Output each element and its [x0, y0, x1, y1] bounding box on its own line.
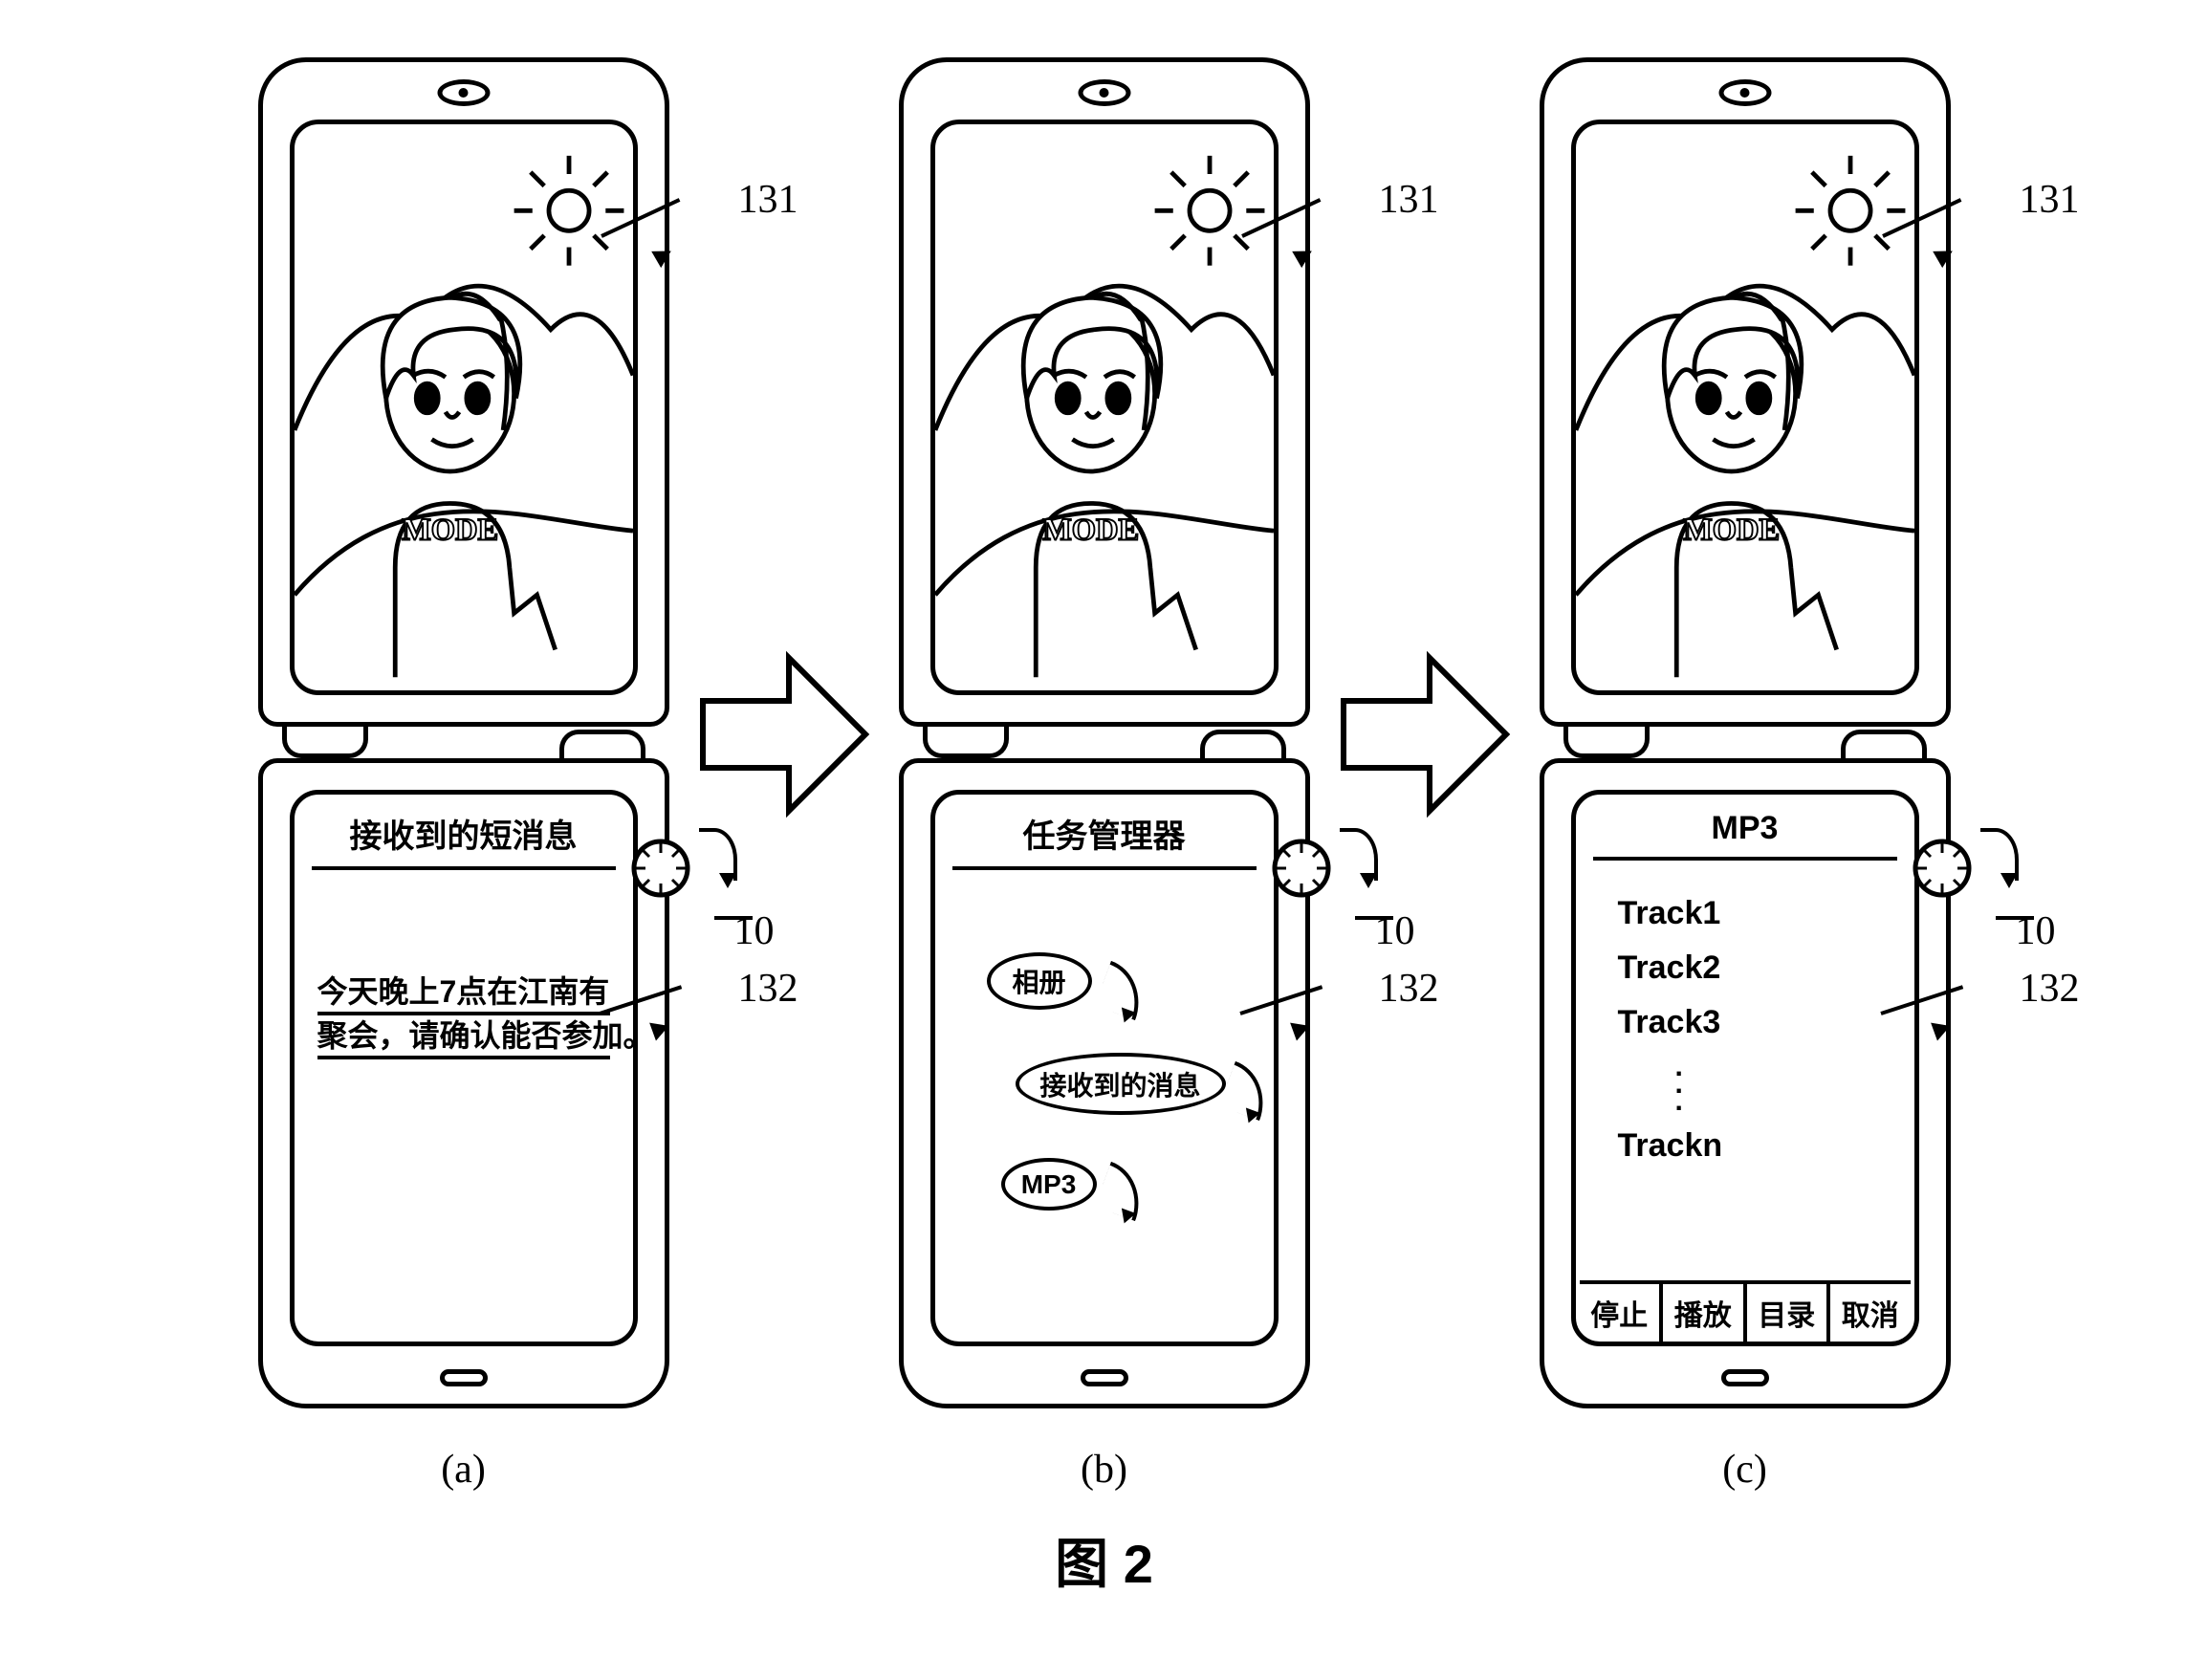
mic-icon [440, 1369, 488, 1386]
leader-line [714, 916, 753, 920]
phone-b-bottom-shell: 任务管理器 相册 接收到的消息 MP3 10 [899, 758, 1310, 1408]
phone-b-column: MODE 131 任务管理器 相册 接收到的消息 MP3 [899, 57, 1310, 1493]
phone-b-lower-display[interactable]: 任务管理器 相册 接收到的消息 MP3 [930, 790, 1279, 1346]
mic-icon [1081, 1369, 1128, 1386]
ref-label-131: 131 [1379, 177, 1439, 223]
phone-c-top-shell: MODE 131 [1540, 57, 1951, 727]
phone-a-bottom-shell: 接收到的短消息 今天晚上7点在江南有 聚会，请确认能否参加。 [258, 758, 669, 1408]
list-item[interactable]: Track1 [1618, 895, 1882, 932]
mp3-title: MP3 [1593, 804, 1897, 861]
wallpaper-avatar-scene: MODE [935, 124, 1274, 690]
cycle-arrow-icon [1218, 1061, 1275, 1121]
arrowhead-icon [651, 243, 676, 268]
softkey-play[interactable]: 播放 [1663, 1284, 1747, 1342]
rotation-arrow-icon [699, 828, 737, 881]
scroll-wheel[interactable] [632, 840, 689, 897]
camera-icon [437, 79, 490, 106]
list-item[interactable]: Trackn [1618, 1127, 1882, 1165]
phone-c-lower-display[interactable]: MP3 Track1 Track2 Track3 ... Trackn 停止 播… [1571, 790, 1919, 1346]
ref-label-132: 132 [2020, 966, 2080, 1012]
scroll-wheel[interactable] [1273, 840, 1330, 897]
subcaption-a: (a) [441, 1447, 486, 1493]
rotation-arrow-icon [1980, 828, 2019, 881]
ref-label-132: 132 [1379, 966, 1439, 1012]
phone-a-top-shell: MODE 131 [258, 57, 669, 727]
figure-caption: 图 2 [29, 1521, 2179, 1599]
camera-icon [1078, 79, 1130, 106]
leader-line [1996, 916, 2034, 920]
mic-icon [1721, 1369, 1769, 1386]
phone-b-upper-display: MODE [930, 120, 1279, 695]
list-item[interactable]: Track2 [1618, 949, 1882, 987]
subcaption-b: (b) [1081, 1447, 1127, 1493]
sms-line-1: 今天晚上7点在江南有 [317, 968, 610, 1012]
subcaption-c: (c) [1722, 1447, 1767, 1493]
phone-a-column: MODE 131 接收到的短消息 今天晚上7点在江南有 聚会，请确认能否参加。 [258, 57, 669, 1493]
wallpaper-avatar-scene: MODE [295, 124, 633, 690]
sms-title: 接收到的短消息 [312, 804, 616, 870]
wallpaper-avatar-scene: MODE [1576, 124, 1914, 690]
ref-label-131: 131 [2020, 177, 2080, 223]
camera-icon [1718, 79, 1771, 106]
task-manager-canvas: 相册 接收到的消息 MP3 [949, 876, 1260, 1328]
task-bubble-album[interactable]: 相册 [987, 952, 1092, 1010]
phone-c: MODE 131 MP3 Track1 Track2 Track3 ... Tr… [1540, 57, 1951, 1408]
scroll-wheel[interactable] [1913, 840, 1971, 897]
cycle-arrow-icon [1094, 961, 1150, 1020]
phone-hinge [258, 727, 669, 760]
task-bubble-message[interactable]: 接收到的消息 [1016, 1053, 1226, 1115]
phone-b: MODE 131 任务管理器 相册 接收到的消息 MP3 [899, 57, 1310, 1408]
phone-b-top-shell: MODE 131 [899, 57, 1310, 727]
list-item[interactable]: Track3 [1618, 1004, 1882, 1041]
phone-c-column: MODE 131 MP3 Track1 Track2 Track3 ... Tr… [1540, 57, 1951, 1493]
leader-line [1355, 916, 1393, 920]
task-bubble-mp3[interactable]: MP3 [1001, 1158, 1097, 1211]
transition-arrow-icon [1334, 639, 1516, 835]
phone-a-lower-display[interactable]: 接收到的短消息 今天晚上7点在江南有 聚会，请确认能否参加。 [290, 790, 638, 1346]
mp3-track-list: Track1 Track2 Track3 ... Trackn [1589, 866, 1901, 1280]
phone-hinge [1540, 727, 1951, 760]
ref-label-131: 131 [738, 177, 798, 223]
phone-c-upper-display: MODE [1571, 120, 1919, 695]
ref-label-132: 132 [738, 966, 798, 1012]
sms-line-2: 聚会，请确认能否参加。 [317, 1012, 654, 1056]
softkey-bar: 停止 播放 目录 取消 [1580, 1280, 1911, 1342]
softkey-stop[interactable]: 停止 [1580, 1284, 1664, 1342]
rotation-arrow-icon [1340, 828, 1378, 881]
phone-hinge [899, 727, 1310, 760]
transition-arrow-icon [693, 639, 875, 835]
phone-a-upper-display: MODE [290, 120, 638, 695]
arrowhead-icon [1290, 1017, 1313, 1041]
svg-text:MODE: MODE [1042, 513, 1139, 548]
cycle-arrow-icon [1094, 1162, 1150, 1221]
task-manager-title: 任务管理器 [952, 804, 1257, 870]
ellipsis-icon: ... [1618, 1058, 1882, 1110]
phone-a: MODE 131 接收到的短消息 今天晚上7点在江南有 聚会，请确认能否参加。 [258, 57, 669, 1408]
phone-c-bottom-shell: MP3 Track1 Track2 Track3 ... Trackn 停止 播… [1540, 758, 1951, 1408]
arrowhead-icon [1933, 243, 1957, 268]
softkey-cancel[interactable]: 取消 [1830, 1284, 1911, 1342]
arrowhead-icon [1292, 243, 1317, 268]
svg-text:MODE: MODE [1683, 513, 1780, 548]
svg-text:MODE: MODE [402, 513, 498, 548]
arrowhead-icon [1931, 1017, 1954, 1041]
figure-row: MODE 131 接收到的短消息 今天晚上7点在江南有 聚会，请确认能否参加。 [29, 57, 2179, 1493]
softkey-list[interactable]: 目录 [1747, 1284, 1831, 1342]
sms-message-body: 今天晚上7点在江南有 聚会，请确认能否参加。 [308, 971, 620, 1059]
